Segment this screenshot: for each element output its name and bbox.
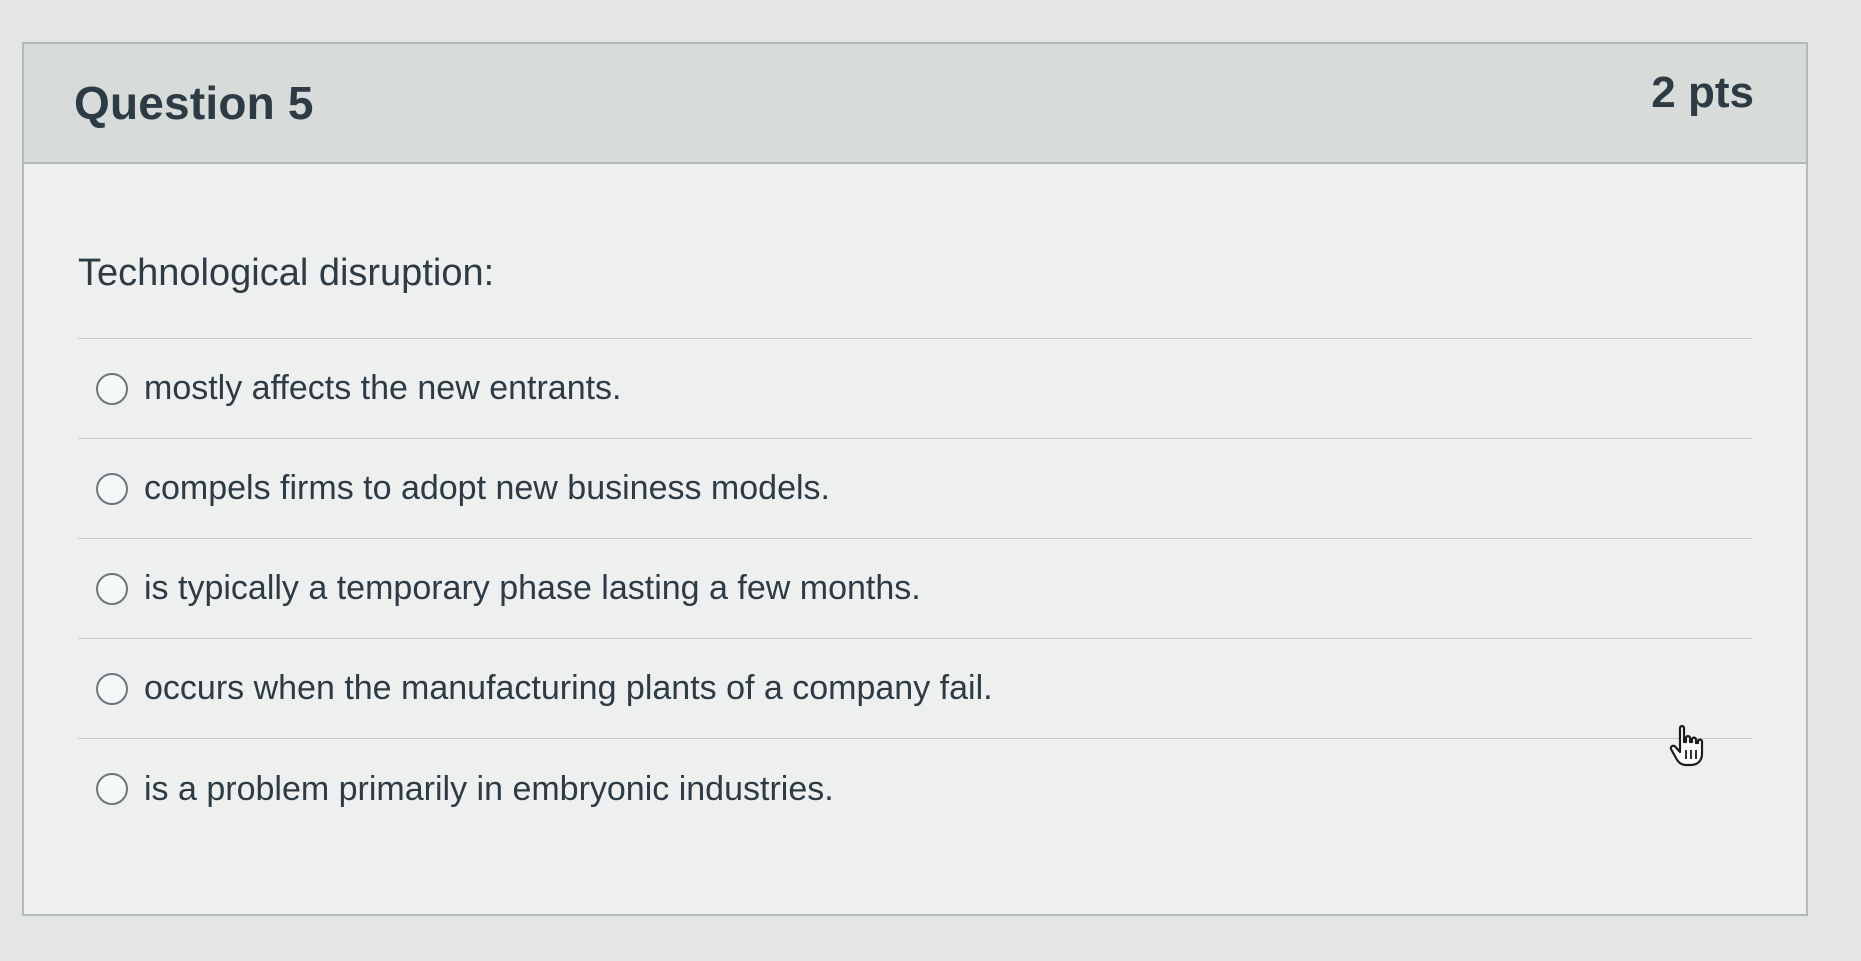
radio-button-icon[interactable] <box>96 372 128 405</box>
question-title: Question 5 <box>74 77 314 129</box>
question-points: 2 pts <box>1651 68 1754 117</box>
hand-pointer-cursor-icon <box>1669 725 1704 767</box>
answer-label[interactable]: compels firms to adopt new business mode… <box>144 469 830 508</box>
radio-button-icon[interactable] <box>96 672 128 705</box>
answer-option[interactable]: is a problem primarily in embryonic indu… <box>78 739 1752 839</box>
answer-list: mostly affects the new entrants. compels… <box>78 338 1752 839</box>
answer-label[interactable]: is typically a temporary phase lasting a… <box>144 569 921 608</box>
answer-option[interactable]: compels firms to adopt new business mode… <box>78 439 1752 539</box>
question-body: Technological disruption: mostly affects… <box>24 164 1806 839</box>
question-card: Question 5 2 pts Technological disruptio… <box>22 42 1808 916</box>
answer-label[interactable]: occurs when the manufacturing plants of … <box>144 669 993 708</box>
answer-label[interactable]: is a problem primarily in embryonic indu… <box>144 770 834 809</box>
radio-button-icon[interactable] <box>96 472 128 505</box>
radio-button-icon[interactable] <box>96 572 128 605</box>
answer-option[interactable]: is typically a temporary phase lasting a… <box>78 539 1752 639</box>
answer-option[interactable]: mostly affects the new entrants. <box>78 339 1752 439</box>
answer-label[interactable]: mostly affects the new entrants. <box>144 369 622 408</box>
radio-button-icon[interactable] <box>96 773 128 805</box>
question-header: Question 5 2 pts <box>24 44 1806 164</box>
answer-option[interactable]: occurs when the manufacturing plants of … <box>78 639 1752 739</box>
question-prompt: Technological disruption: <box>78 252 495 294</box>
